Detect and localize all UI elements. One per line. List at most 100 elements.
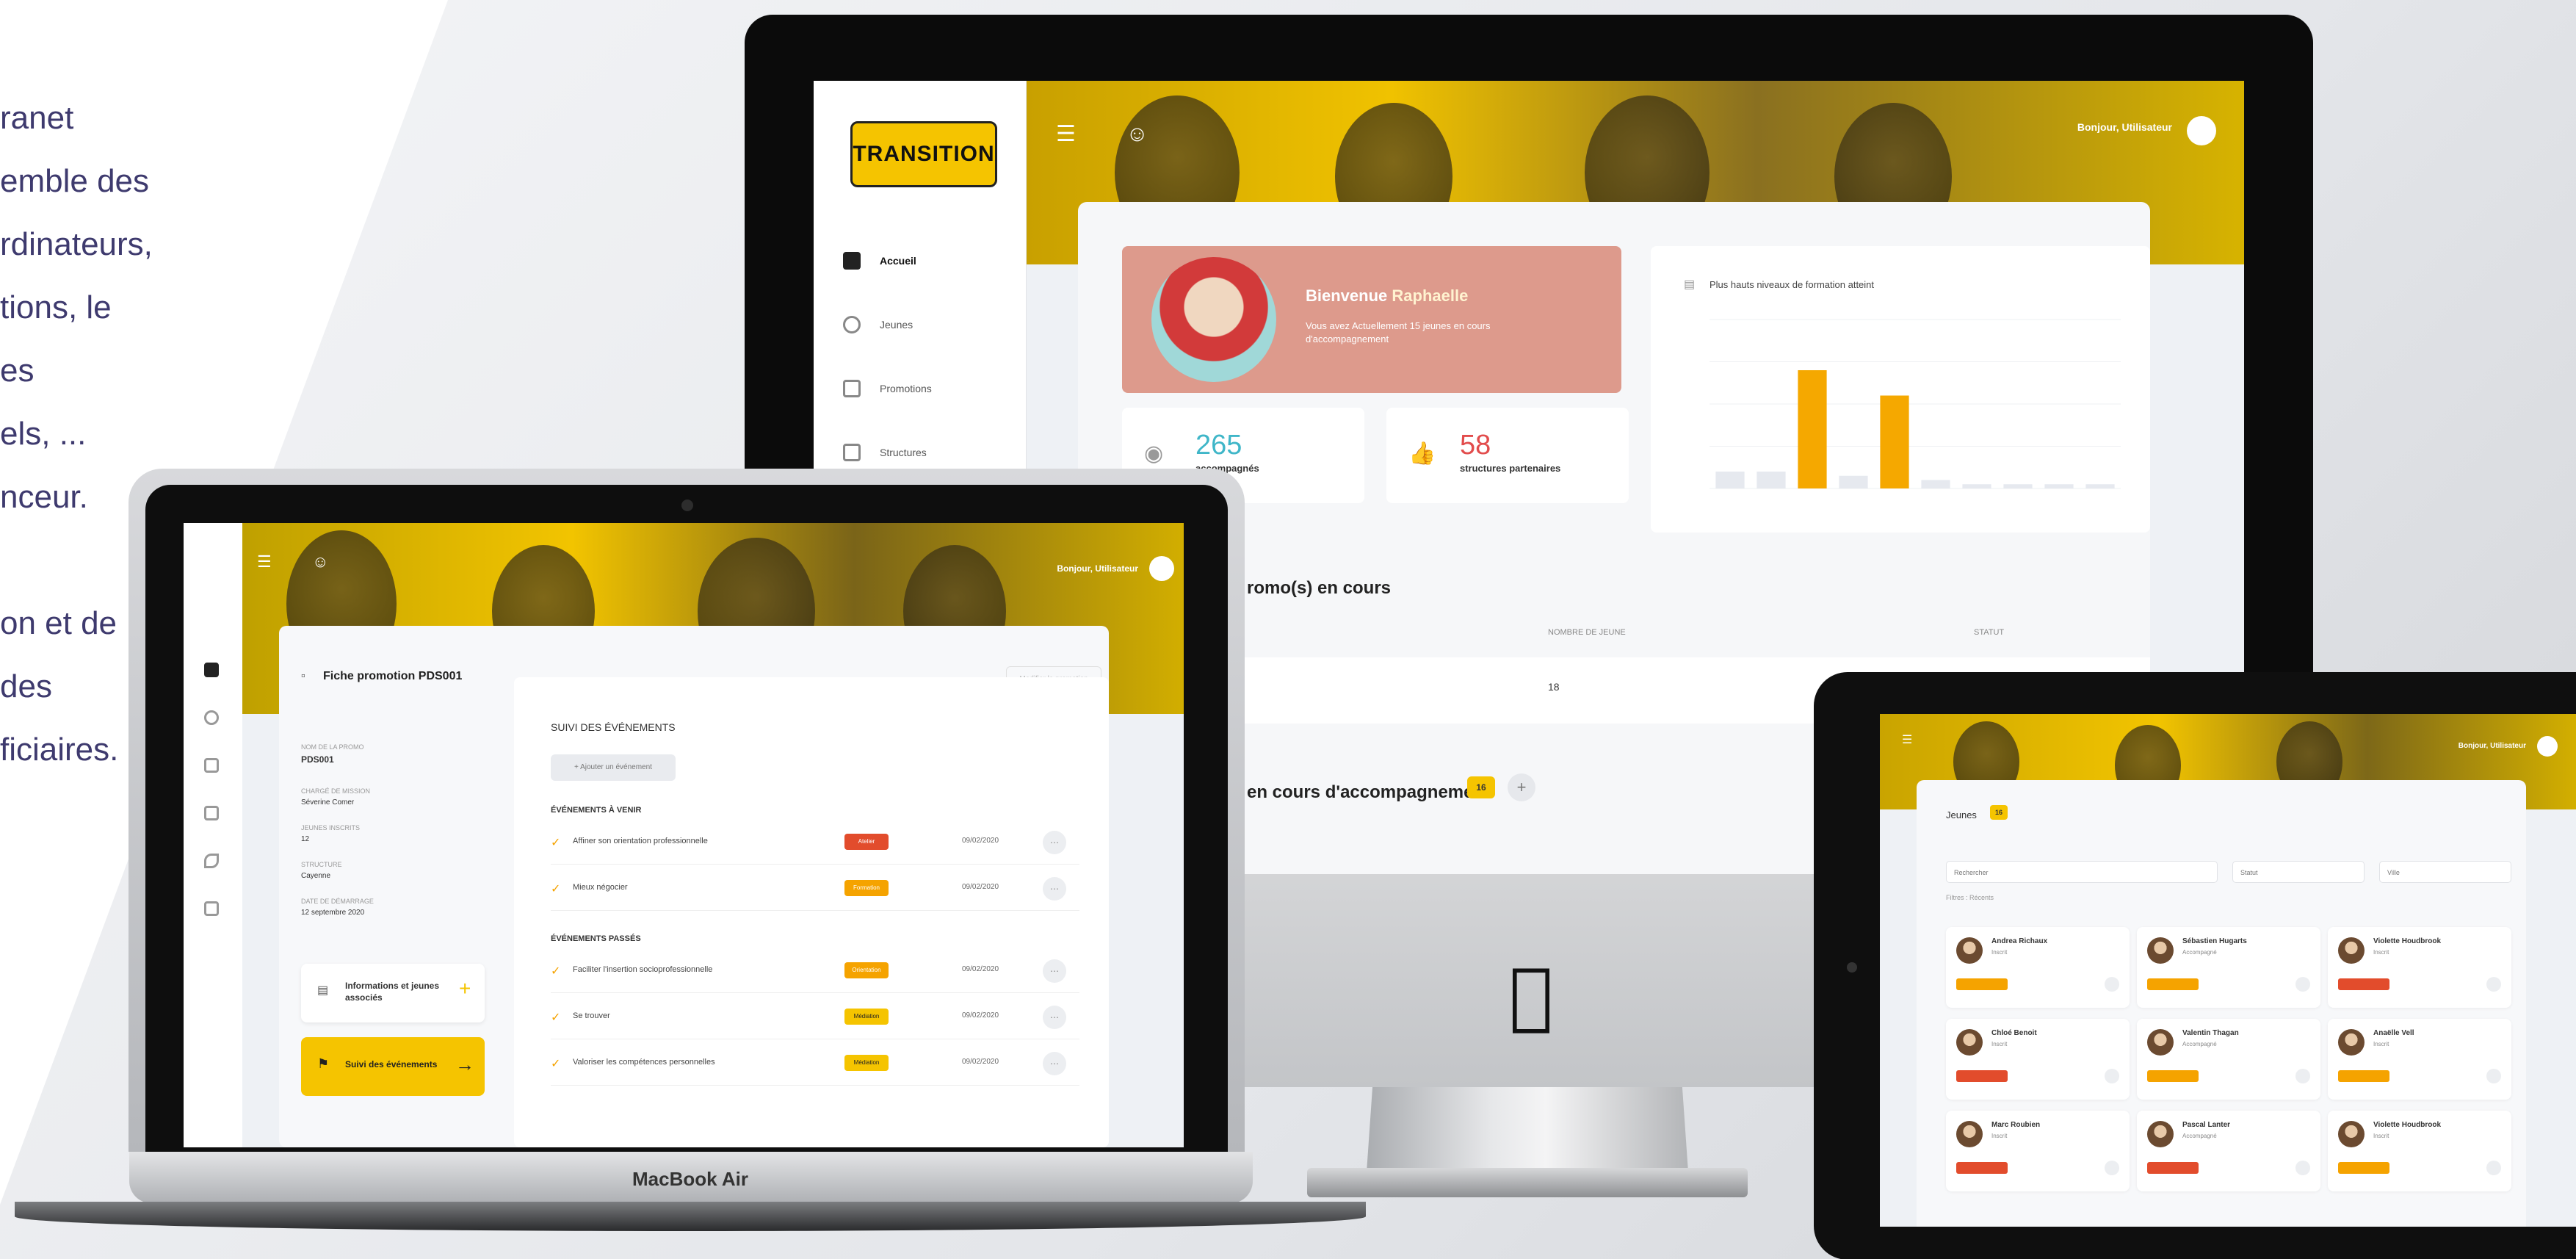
more-icon[interactable]: [2295, 977, 2310, 992]
more-icon[interactable]: ⋯: [1043, 1006, 1066, 1029]
clipboard-icon[interactable]: [204, 758, 219, 773]
list-item[interactable]: ✓ Valoriser les compétences personnelles…: [551, 1042, 1079, 1086]
event-label: Valoriser les compétences personnelles: [573, 1058, 715, 1067]
list-item[interactable]: Violette Houdbrook Inscrit: [2328, 1111, 2511, 1191]
more-icon[interactable]: ⋯: [1043, 877, 1066, 901]
avatar[interactable]: [2187, 116, 2216, 145]
list-item[interactable]: ✓ Affiner son orientation professionnell…: [551, 820, 1079, 865]
list-item[interactable]: Marc Roubien Inscrit: [1946, 1111, 2130, 1191]
list-item[interactable]: ✓ Faciliter l'insertion socioprofessionn…: [551, 949, 1079, 993]
more-icon[interactable]: [2486, 1161, 2501, 1175]
avatar[interactable]: [2537, 736, 2558, 757]
list-item[interactable]: Chloé Benoit Inscrit: [1946, 1019, 2130, 1100]
add-event-button[interactable]: + Ajouter un événement: [551, 754, 676, 781]
sidebar-item-label: Jeunes: [880, 319, 913, 331]
person-status: Inscrit: [2373, 1133, 2389, 1139]
more-icon[interactable]: [2105, 1069, 2119, 1083]
menu-icon[interactable]: ☰: [1056, 122, 1076, 146]
status-select[interactable]: Statut: [2232, 861, 2365, 883]
chart-card: ▤ Plus hauts niveaux de formation attein…: [1651, 246, 2150, 533]
filter-label: Filtres : Récents: [1946, 894, 1994, 901]
sidebar-item-label: Promotions: [880, 383, 932, 394]
event-tag: Médiation: [844, 1055, 889, 1071]
more-icon[interactable]: [2486, 977, 2501, 992]
main-content: Jeunes 16 Rechercher Statut Ville Filtre…: [1917, 780, 2526, 1227]
sidebar-item-accueil[interactable]: Accueil: [828, 246, 1012, 275]
count-badge: 16: [1467, 776, 1495, 798]
more-icon[interactable]: [2105, 1161, 2119, 1175]
dashboard-icon[interactable]: [204, 663, 219, 677]
sidebar-item-structures[interactable]: Structures: [828, 438, 1012, 467]
list-item[interactable]: Valentin Thagan Accompagné: [2137, 1019, 2320, 1100]
person-name: Anaëlle Vell: [2373, 1029, 2414, 1037]
ipad-screen: ☰ Bonjour, Utilisateur Jeunes 16 Recherc…: [1880, 714, 2576, 1227]
list-item[interactable]: Andrea Richaux Inscrit: [1946, 927, 2130, 1008]
list-item[interactable]: Anaëlle Vell Inscrit: [2328, 1019, 2511, 1100]
wrench-icon[interactable]: [204, 854, 219, 868]
count-badge: 16: [1990, 805, 2008, 820]
avatar[interactable]: [1149, 556, 1174, 581]
person-name: Sébastien Hugarts: [2182, 937, 2247, 945]
avatar: [2147, 1121, 2174, 1147]
more-icon[interactable]: ⋯: [1043, 959, 1066, 983]
chart-bar: [2085, 484, 2115, 488]
list-icon: ▤: [317, 984, 329, 997]
more-icon[interactable]: [2105, 977, 2119, 992]
list-item[interactable]: ✓ Mieux négocier Formation 09/02/2020 ⋯: [551, 867, 1079, 911]
user-icon[interactable]: [204, 710, 219, 725]
avatar: [1151, 257, 1276, 382]
person-status: Inscrit: [1991, 949, 2008, 956]
button-label: Suivi des événements: [345, 1059, 438, 1069]
list-item[interactable]: Sébastien Hugarts Accompagné: [2137, 927, 2320, 1008]
menu-icon[interactable]: ☰: [257, 552, 272, 571]
chart-bar: [1962, 484, 1991, 488]
person-name: Violette Houdbrook: [2373, 937, 2442, 945]
app-logo[interactable]: TRANSITION: [850, 121, 997, 187]
check-icon: ✓: [551, 1058, 561, 1070]
eye-icon: ◉: [1144, 441, 1164, 466]
list-item[interactable]: ✓ Se trouver Médiation 09/02/2020 ⋯: [551, 995, 1079, 1039]
plus-icon: +: [459, 977, 471, 1000]
event-tag: Orientation: [844, 962, 889, 978]
more-icon[interactable]: ⋯: [1043, 831, 1066, 854]
person-status: Inscrit: [2373, 949, 2389, 956]
status-badge: [2338, 978, 2389, 990]
camera-icon: [681, 499, 693, 511]
chart-bar: [2044, 484, 2074, 488]
status-badge: [1956, 978, 2008, 990]
city-select[interactable]: Ville: [2379, 861, 2511, 883]
suivi-evenements-button[interactable]: ⚑ Suivi des événements →: [301, 1037, 485, 1096]
list-item[interactable]: Pascal Lanter Accompagné: [2137, 1111, 2320, 1191]
more-icon[interactable]: ⋯: [1043, 1052, 1066, 1075]
search-select[interactable]: Rechercher: [1946, 861, 2218, 883]
apple-logo-icon: : [1498, 955, 1564, 1036]
event-label: Mieux négocier: [573, 883, 628, 892]
clipboard-icon: [843, 380, 861, 397]
info-jeunes-button[interactable]: ▤ Informations et jeunes associés +: [301, 964, 485, 1022]
menu-icon[interactable]: ☰: [1902, 732, 1912, 747]
field-label: JEUNES INSCRITS: [301, 824, 361, 831]
bar-chart: [1710, 319, 2121, 489]
more-icon[interactable]: [2295, 1161, 2310, 1175]
building-icon[interactable]: [204, 806, 219, 820]
more-icon[interactable]: [2295, 1069, 2310, 1083]
macbook-shadow: [15, 1202, 1366, 1231]
chart-bar: [1921, 480, 1950, 488]
home-button-icon: [1847, 962, 1857, 973]
list-item[interactable]: Violette Houdbrook Inscrit: [2328, 927, 2511, 1008]
column-header: NOMBRE DE JEUNE: [1548, 628, 1626, 637]
status-badge: [2147, 1162, 2199, 1174]
mail-icon[interactable]: [204, 901, 219, 916]
user-icon[interactable]: ☺: [312, 552, 328, 571]
stat-label: structures partenaires: [1460, 463, 1561, 474]
marketing-line: es: [0, 353, 35, 389]
user-icon[interactable]: ☺: [1126, 122, 1148, 146]
add-button[interactable]: +: [1508, 773, 1535, 801]
sidebar-item-promotions[interactable]: Promotions: [828, 374, 1012, 403]
chart-bar: [1715, 472, 1745, 488]
imac-base: [1307, 1168, 1748, 1197]
more-icon[interactable]: [2486, 1069, 2501, 1083]
section-title: en cours d'accompagnement: [1247, 782, 1491, 802]
event-date: 09/02/2020: [962, 1011, 999, 1020]
sidebar-item-jeunes[interactable]: Jeunes: [828, 310, 1012, 339]
